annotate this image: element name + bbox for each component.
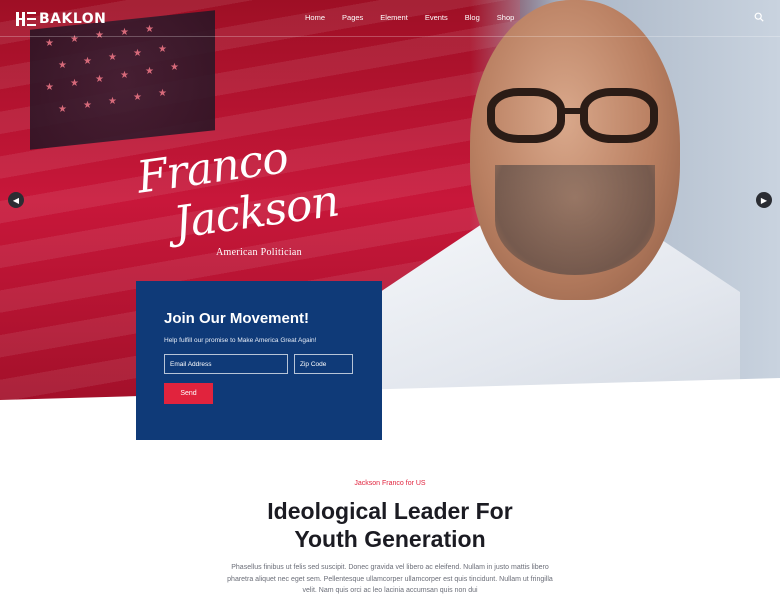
- nav-item-element[interactable]: Element: [380, 13, 408, 22]
- slider-next-button[interactable]: ▶: [756, 192, 772, 208]
- glasses-left-lens: [487, 88, 565, 143]
- star-icon: ★: [170, 62, 179, 73]
- star-icon: ★: [108, 52, 117, 63]
- card-description: Help fulfill our promise to Make America…: [164, 337, 317, 344]
- send-button[interactable]: Send: [164, 383, 213, 404]
- slider-prev-button[interactable]: ◀: [8, 192, 24, 208]
- header: BAKLON Home Pages Element Events Blog Sh…: [0, 0, 780, 37]
- logo[interactable]: BAKLON: [16, 11, 106, 27]
- star-icon: ★: [133, 48, 142, 59]
- star-icon: ★: [45, 82, 54, 93]
- nav-item-events[interactable]: Events: [425, 13, 448, 22]
- headline-line-2: Youth Generation: [294, 526, 486, 552]
- star-icon: ★: [70, 78, 79, 89]
- chevron-left-icon: ◀: [12, 195, 20, 205]
- star-icon: ★: [120, 70, 129, 81]
- star-icon: ★: [95, 74, 104, 85]
- star-icon: ★: [133, 92, 142, 103]
- star-icon: ★: [83, 56, 92, 67]
- nav-item-shop[interactable]: Shop: [497, 13, 515, 22]
- chevron-right-icon: ▶: [760, 195, 768, 205]
- portrait-beard: [495, 165, 655, 275]
- star-icon: ★: [158, 88, 167, 99]
- logo-mark-icon: [16, 12, 36, 26]
- star-icon: ★: [145, 66, 154, 77]
- nav-item-blog[interactable]: Blog: [465, 13, 480, 22]
- card-title: Join Our Movement!: [164, 310, 310, 327]
- nav-item-home[interactable]: Home: [305, 13, 325, 22]
- star-icon: ★: [45, 38, 54, 49]
- section-paragraph: Phasellus finibus ut felis sed suscipit.…: [227, 564, 553, 594]
- star-icon: ★: [58, 60, 67, 71]
- headline-line-1: Ideological Leader For: [267, 498, 513, 524]
- star-icon: ★: [158, 44, 167, 55]
- glasses-bridge: [560, 108, 586, 114]
- main-nav: Home Pages Element Events Blog Shop: [305, 13, 531, 22]
- section-eyebrow: Jackson Franco for US: [354, 480, 426, 487]
- hero-slider: ★ ★ ★ ★ ★ ★ ★ ★ ★ ★ ★ ★ ★ ★ ★ ★ ★ ★ ★ ★ …: [0, 0, 780, 400]
- section-headline: Ideological Leader For Youth Generation: [0, 497, 780, 553]
- star-icon: ★: [108, 96, 117, 107]
- join-movement-card: Join Our Movement! Help fulfill our prom…: [136, 281, 382, 440]
- glasses-right-lens: [580, 88, 658, 143]
- page: ★ ★ ★ ★ ★ ★ ★ ★ ★ ★ ★ ★ ★ ★ ★ ★ ★ ★ ★ ★ …: [0, 0, 780, 611]
- logo-text: BAKLON: [39, 11, 107, 27]
- zip-code-field[interactable]: Zip Code: [294, 354, 353, 374]
- search-icon[interactable]: [754, 12, 764, 22]
- nav-item-pages[interactable]: Pages: [342, 13, 363, 22]
- email-field[interactable]: Email Address: [164, 354, 288, 374]
- star-icon: ★: [58, 104, 67, 115]
- hero-subtitle: American Politician: [216, 247, 302, 258]
- star-icon: ★: [83, 100, 92, 111]
